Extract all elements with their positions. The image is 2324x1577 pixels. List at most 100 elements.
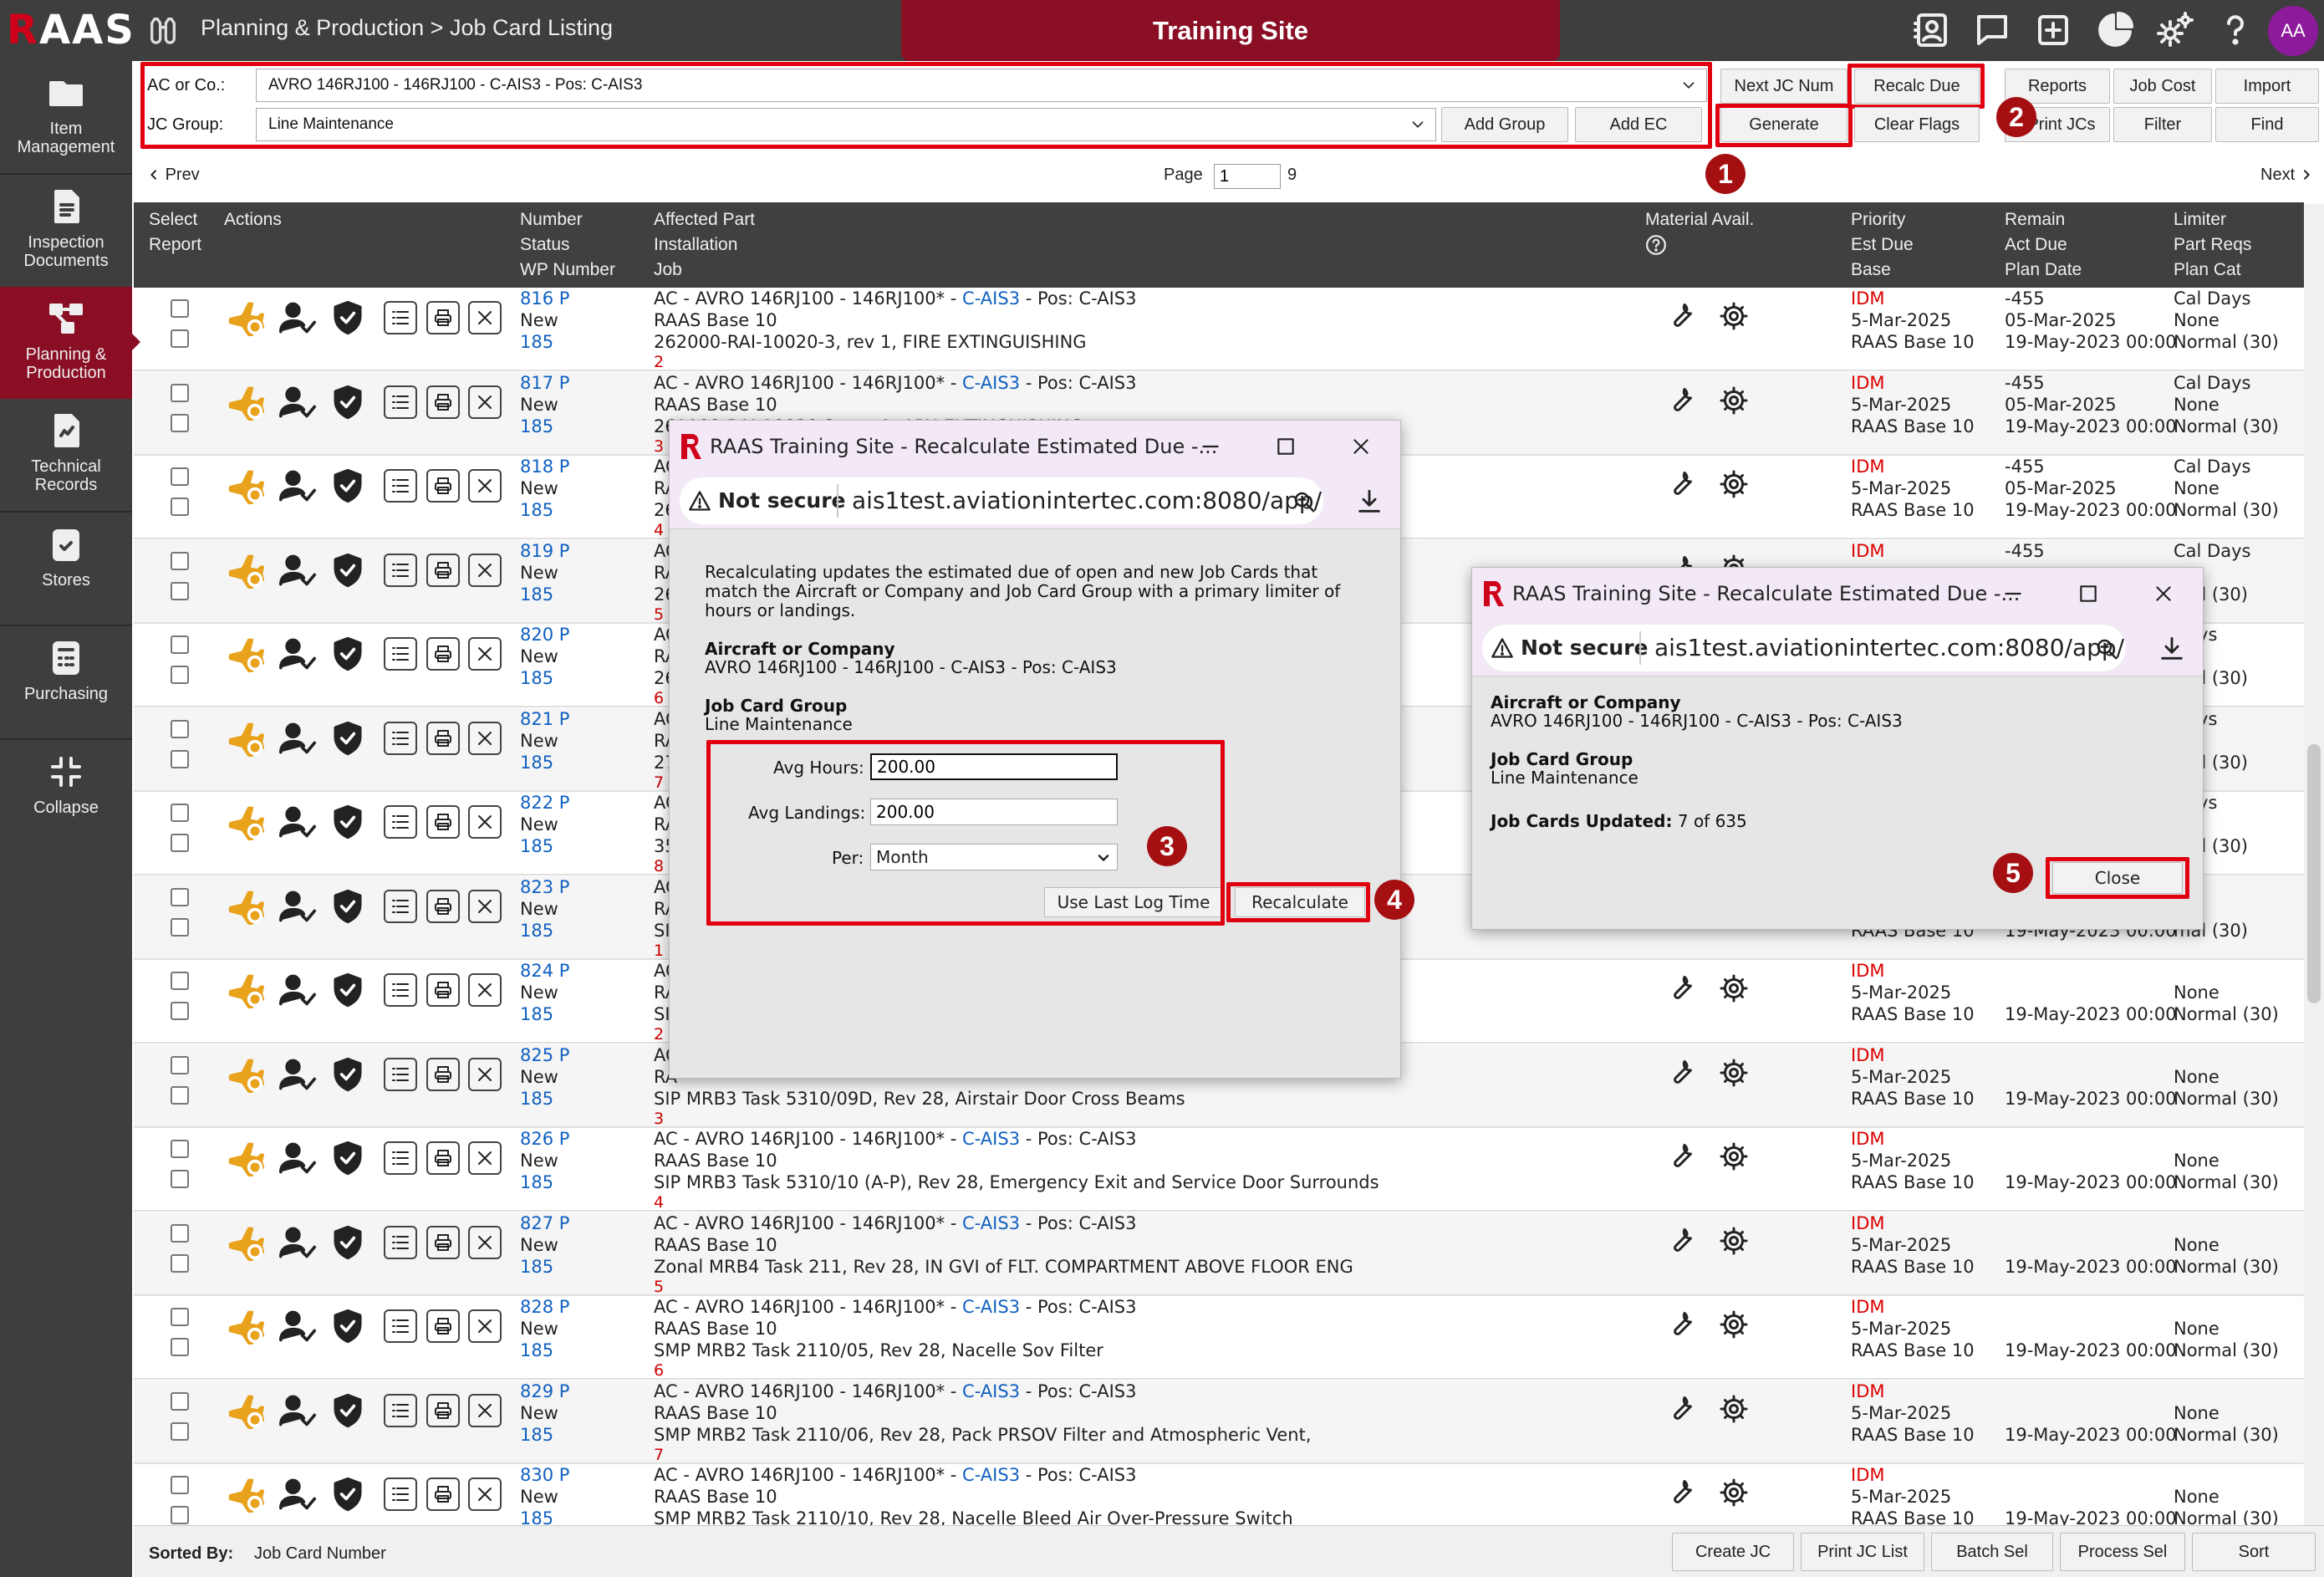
wp-number[interactable]: 185: [520, 667, 553, 689]
add-ec-button[interactable]: Add EC: [1575, 107, 1702, 142]
close-icon[interactable]: [468, 385, 502, 419]
close-icon[interactable]: [468, 1058, 502, 1091]
job-card-number[interactable]: 819 P: [520, 540, 569, 562]
priority-plane-icon[interactable]: [227, 972, 264, 1008]
help-circle-icon[interactable]: [1645, 234, 1667, 256]
col-plan-date[interactable]: Plan Date: [2005, 258, 2082, 283]
job-card-number[interactable]: 829 P: [520, 1381, 569, 1402]
binoculars-icon[interactable]: [144, 13, 182, 47]
table-row[interactable]: 829 P New 185 AC - AVRO 146RJ100 - 146RJ…: [134, 1381, 2304, 1464]
gear-icon[interactable]: [1719, 1226, 1749, 1256]
assign-user-icon[interactable]: [279, 552, 316, 589]
close-icon[interactable]: [468, 1309, 502, 1343]
priority-plane-icon[interactable]: [227, 720, 264, 757]
wrench-icon[interactable]: [1667, 301, 1697, 331]
wp-number[interactable]: 185: [520, 1088, 553, 1110]
col-act-due[interactable]: Act Due: [2005, 232, 2082, 258]
job-card-number[interactable]: 824 P: [520, 960, 569, 982]
download-icon[interactable]: [2158, 635, 2186, 663]
report-checkbox[interactable]: [171, 582, 189, 600]
col-limiter[interactable]: Limiter: [2174, 207, 2251, 232]
minimize-icon[interactable]: [2002, 583, 2024, 605]
col-remain[interactable]: Remain: [2005, 207, 2082, 232]
select-checkbox[interactable]: [171, 1476, 189, 1494]
priority-plane-icon[interactable]: [227, 635, 264, 672]
wrench-icon[interactable]: [1667, 1226, 1697, 1256]
wrench-icon[interactable]: [1667, 1477, 1697, 1508]
sidebar-item-inspection-documents[interactable]: Inspection Documents: [0, 175, 132, 287]
sidebar-item-planning-production[interactable]: Planning & Production: [0, 287, 140, 399]
wp-number[interactable]: 185: [520, 835, 553, 857]
aircraft-link[interactable]: C-AIS3: [962, 1381, 1020, 1401]
report-checkbox[interactable]: [171, 834, 189, 852]
job-card-number[interactable]: 826 P: [520, 1128, 569, 1150]
print-icon[interactable]: [426, 1058, 460, 1091]
close-icon[interactable]: [468, 1477, 502, 1511]
checklist-icon[interactable]: [384, 1477, 417, 1511]
close-icon[interactable]: [468, 1226, 502, 1259]
col-part-reqs[interactable]: Part Reqs: [2174, 232, 2251, 258]
report-checkbox[interactable]: [171, 750, 189, 768]
sort-button[interactable]: Sort: [2192, 1533, 2316, 1571]
help-icon[interactable]: [2215, 10, 2255, 50]
checklist-icon[interactable]: [384, 385, 417, 419]
contact-card-icon[interactable]: [1912, 10, 1952, 50]
aircraft-link[interactable]: C-AIS3: [962, 288, 1020, 309]
aircraft-link[interactable]: C-AIS3: [962, 1465, 1020, 1485]
table-row[interactable]: 827 P New 185 AC - AVRO 146RJ100 - 146RJ…: [134, 1212, 2304, 1296]
assign-user-icon[interactable]: [279, 1308, 316, 1345]
close-icon[interactable]: [468, 1141, 502, 1175]
priority-plane-icon[interactable]: [227, 1308, 264, 1345]
aircraft-link[interactable]: C-AIS3: [962, 373, 1020, 393]
report-checkbox[interactable]: [171, 1086, 189, 1105]
print-icon[interactable]: [426, 1226, 460, 1259]
col-base[interactable]: Base: [1851, 258, 1914, 283]
print-jc-list-button[interactable]: Print JC List: [1801, 1533, 1924, 1571]
wrench-icon[interactable]: [1667, 1309, 1697, 1340]
url-field[interactable]: Not secure ais1test.aviationintertec.com…: [1482, 625, 2126, 671]
priority-plane-icon[interactable]: [227, 299, 264, 336]
clear-flags-button[interactable]: Clear Flags: [1854, 107, 1980, 142]
col-installation[interactable]: Installation: [654, 232, 755, 258]
shield-check-icon[interactable]: [329, 467, 366, 504]
checklist-icon[interactable]: [384, 1141, 417, 1175]
job-card-number[interactable]: 830 P: [520, 1464, 569, 1486]
minimize-icon[interactable]: [1200, 436, 1221, 457]
close-icon[interactable]: [468, 554, 502, 587]
next-page-link[interactable]: Next: [2260, 166, 2313, 185]
recalculate-dialog[interactable]: RAAS Training Site - Recalculate Estimat…: [669, 420, 1401, 1079]
find-button[interactable]: Find: [2215, 107, 2319, 142]
batch-sel-button[interactable]: Batch Sel: [1931, 1533, 2053, 1571]
shield-check-icon[interactable]: [329, 384, 366, 421]
add-square-icon[interactable]: [2033, 10, 2073, 50]
wp-number[interactable]: 185: [520, 1003, 553, 1025]
select-checkbox[interactable]: [171, 1392, 189, 1411]
maximize-icon[interactable]: [1275, 436, 1297, 457]
checklist-icon[interactable]: [384, 1226, 417, 1259]
checklist-icon[interactable]: [384, 722, 417, 755]
next-jc-num-button[interactable]: Next JC Num: [1720, 69, 1847, 104]
col-job[interactable]: Job: [654, 258, 755, 283]
report-checkbox[interactable]: [171, 1506, 189, 1524]
priority-plane-icon[interactable]: [227, 467, 264, 504]
assign-user-icon[interactable]: [279, 467, 316, 504]
ac-select[interactable]: AVRO 146RJ100 - 146RJ100 - C-AIS3 - Pos:…: [256, 69, 1707, 102]
select-checkbox[interactable]: [171, 888, 189, 906]
wp-number[interactable]: 185: [520, 331, 553, 353]
shield-check-icon[interactable]: [329, 1224, 366, 1261]
shield-check-icon[interactable]: [329, 1392, 366, 1429]
checklist-icon[interactable]: [384, 1058, 417, 1091]
print-icon[interactable]: [426, 1394, 460, 1427]
sidebar-item-collapse[interactable]: Collapse: [0, 740, 132, 852]
table-row[interactable]: 816 P New 185 AC - AVRO 146RJ100 - 146RJ…: [134, 288, 2304, 371]
assign-user-icon[interactable]: [279, 1476, 316, 1513]
priority-plane-icon[interactable]: [227, 552, 264, 589]
close-icon[interactable]: [468, 469, 502, 503]
col-plan-cat[interactable]: Plan Cat: [2174, 258, 2251, 283]
job-card-number[interactable]: 818 P: [520, 456, 569, 477]
wp-number[interactable]: 185: [520, 584, 553, 605]
report-checkbox[interactable]: [171, 1002, 189, 1020]
col-affected-part[interactable]: Affected Part: [654, 207, 755, 232]
print-icon[interactable]: [426, 385, 460, 419]
shield-check-icon[interactable]: [329, 804, 366, 840]
